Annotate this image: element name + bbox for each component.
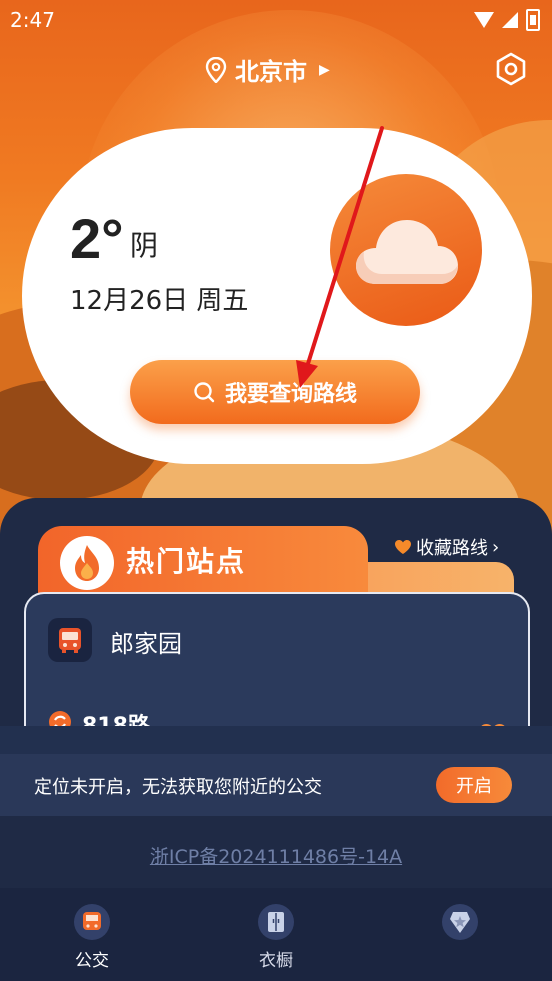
temperature: 2°	[70, 207, 124, 270]
location-pin-icon	[205, 56, 227, 83]
date-text: 12月26日 周五	[70, 286, 249, 316]
query-route-label: 我要查询路线	[224, 382, 357, 407]
app-screen: 2:47 北京市 ▶ 2° 阴 12月26日 周五 我要查询路线 热门站点 收藏…	[0, 0, 552, 981]
caret-right-icon: ▶	[319, 61, 330, 78]
weather-card: 2° 阴 12月26日 周五 我要查询路线	[22, 128, 532, 464]
nav-item-badge[interactable]	[410, 904, 510, 940]
nav-badge-icon-circle	[442, 904, 478, 940]
weather-icon-badge	[330, 174, 482, 326]
city-name: 北京市	[235, 58, 307, 86]
nav-label-bus: 公交	[75, 951, 109, 971]
status-bar: 2:47	[0, 0, 552, 38]
header: 北京市 ▶	[0, 52, 552, 92]
nav-item-bus[interactable]: 公交	[42, 904, 142, 971]
station-icon-box	[48, 618, 92, 662]
station-name: 郎家园	[110, 630, 182, 658]
icp-link[interactable]: 浙ICP备2024111486号-14A	[0, 842, 552, 869]
favorite-routes-link[interactable]: 收藏路线 ›	[394, 534, 499, 560]
signal-icon	[502, 12, 518, 28]
battery-icon	[526, 9, 540, 31]
location-prompt-text: 定位未开启，无法获取您附近的公交	[34, 777, 322, 798]
fire-badge	[60, 536, 114, 590]
search-icon	[194, 382, 215, 403]
heart-icon	[395, 540, 411, 554]
fire-icon	[75, 545, 99, 581]
weather-condition: 阴	[130, 229, 159, 262]
wardrobe-icon	[268, 912, 284, 932]
enable-location-button[interactable]: 开启	[436, 767, 512, 803]
chevron-right-icon: ›	[492, 536, 500, 558]
bus-icon	[59, 628, 81, 653]
cloud-icon	[356, 220, 458, 284]
hot-stations-title: 热门站点	[126, 545, 247, 578]
nav-bus-icon-circle	[74, 904, 110, 940]
bus-icon	[83, 912, 101, 930]
status-icons	[474, 9, 540, 31]
status-time: 2:47	[10, 8, 55, 32]
nav-wardrobe-icon-circle	[258, 904, 294, 940]
star-badge-icon	[450, 912, 470, 933]
wifi-icon	[474, 12, 494, 28]
query-route-button[interactable]: 我要查询路线	[130, 360, 420, 424]
settings-icon[interactable]	[494, 52, 528, 86]
city-selector[interactable]: 北京市 ▶	[205, 52, 330, 87]
bottom-nav: 公交 衣橱	[0, 888, 552, 981]
nav-label-wardrobe: 衣橱	[259, 951, 293, 971]
nav-item-wardrobe[interactable]: 衣橱	[226, 904, 326, 971]
favorite-routes-label: 收藏路线	[416, 538, 488, 559]
